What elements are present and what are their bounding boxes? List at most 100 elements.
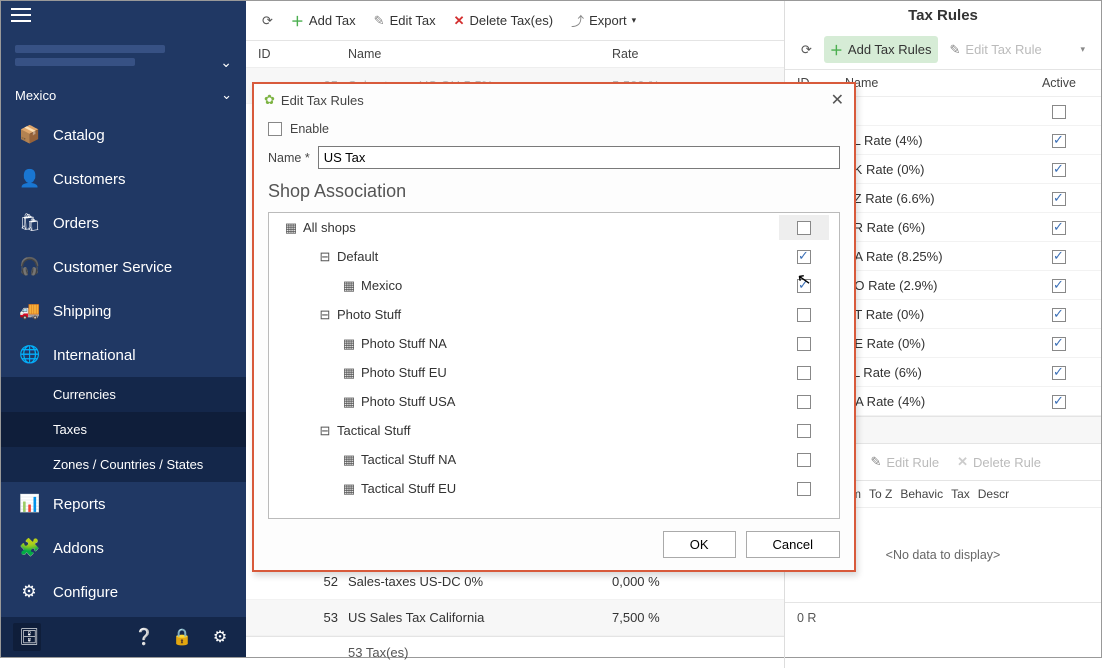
active-checkbox[interactable]: [1052, 134, 1066, 148]
edit-rule-button[interactable]: ✎Edit Rule: [864, 450, 945, 474]
sidebar-sub-currencies[interactable]: Currencies: [1, 377, 246, 412]
add-tax-rules-button[interactable]: ＋Add Tax Rules: [824, 36, 938, 63]
export-button[interactable]: ⤴Export▾: [565, 7, 642, 34]
tree-icon: ▦: [337, 365, 361, 381]
edit-tax-button[interactable]: ✎Edit Tax: [368, 9, 442, 33]
shop-checkbox[interactable]: [797, 337, 811, 351]
sidebar-item-configure[interactable]: ⚙Configure: [1, 570, 246, 614]
shop-node[interactable]: ▦Tactical Stuff EU: [269, 474, 839, 503]
sidebar-item-catalog[interactable]: 📦Catalog: [1, 113, 246, 157]
col-to z[interactable]: To Z: [869, 487, 892, 501]
active-checkbox[interactable]: [1052, 250, 1066, 264]
drawer-icon[interactable]: 🗄: [13, 623, 41, 651]
lock-icon[interactable]: 🔒: [168, 627, 196, 647]
sidebar-item-international[interactable]: 🌐International: [1, 333, 246, 377]
name-label: Name *: [268, 151, 310, 165]
col-name[interactable]: Name: [348, 47, 612, 61]
delete-rule-button[interactable]: ✕Delete Rule: [951, 450, 1047, 474]
refresh-rules-button[interactable]: ⟳: [795, 38, 818, 62]
sidebar-sub-zones-countries-states[interactable]: Zones / Countries / States: [1, 447, 246, 482]
add-tax-label: Add Tax: [309, 13, 356, 28]
shop-checkbox[interactable]: [797, 453, 811, 467]
active-checkbox[interactable]: [1052, 279, 1066, 293]
tree-icon: ▦: [337, 394, 361, 410]
sidebar-item-customer-service[interactable]: 🎧Customer Service: [1, 245, 246, 289]
shop-checkbox[interactable]: [797, 221, 811, 235]
context-label: Mexico: [15, 88, 56, 103]
international-icon: 🌐: [19, 345, 39, 365]
shop-checkbox[interactable]: [797, 250, 811, 264]
rules-count: 0 R: [785, 602, 1101, 633]
sidebar-item-reports[interactable]: 📊Reports: [1, 482, 246, 526]
tax-row[interactable]: 53US Sales Tax California7,500 %: [246, 600, 784, 636]
shop-node[interactable]: ▦Mexico: [269, 271, 839, 300]
shop-node[interactable]: ▦Photo Stuff EU: [269, 358, 839, 387]
active-checkbox[interactable]: [1052, 395, 1066, 409]
sidebar-sub-taxes[interactable]: Taxes: [1, 412, 246, 447]
export-label: Export: [589, 13, 627, 28]
sidebar-item-shipping[interactable]: 🚚Shipping: [1, 289, 246, 333]
shop-checkbox[interactable]: [797, 395, 811, 409]
shop-checkbox[interactable]: [797, 279, 811, 293]
shop-node[interactable]: ⊟Photo Stuff: [269, 300, 839, 329]
col-id[interactable]: ID: [258, 47, 348, 61]
chevron-down-icon: ⌄: [221, 87, 232, 103]
app-icon: ✿: [264, 92, 275, 108]
active-checkbox[interactable]: [1052, 163, 1066, 177]
shop-checkbox[interactable]: [797, 424, 811, 438]
tree-icon: ▦: [337, 336, 361, 352]
edit-tax-rule-button[interactable]: ✎Edit Tax Rule: [944, 38, 1048, 62]
enable-label: Enable: [290, 122, 329, 136]
shop-node[interactable]: ▦Photo Stuff NA: [269, 329, 839, 358]
gear-icon[interactable]: ⚙: [206, 627, 234, 647]
shop-checkbox[interactable]: [797, 366, 811, 380]
delete-tax-button[interactable]: ✕Delete Tax(es): [448, 9, 559, 33]
tree-icon: ⊟: [313, 423, 337, 439]
col-active[interactable]: Active: [1029, 76, 1089, 90]
col-name[interactable]: Name: [845, 76, 1029, 90]
shop-node[interactable]: ▦Tactical Stuff NA: [269, 445, 839, 474]
ok-button[interactable]: OK: [663, 531, 736, 558]
delete-tax-label: Delete Tax(es): [470, 13, 554, 28]
tree-icon: ⊟: [313, 249, 337, 265]
tenant-selector[interactable]: ⌄: [1, 33, 246, 81]
sidebar-item-orders[interactable]: 🛍Orders: [1, 201, 246, 245]
shop-checkbox[interactable]: [797, 308, 811, 322]
active-checkbox[interactable]: [1052, 308, 1066, 322]
active-checkbox[interactable]: [1052, 366, 1066, 380]
close-icon[interactable]: ✕: [831, 90, 844, 110]
add-tax-button[interactable]: ＋Add Tax: [285, 7, 362, 34]
shop-node[interactable]: ▦Photo Stuff USA: [269, 387, 839, 416]
shop-node[interactable]: ⊟Tactical Stuff: [269, 416, 839, 445]
active-checkbox[interactable]: [1052, 337, 1066, 351]
col-tax[interactable]: Tax: [951, 487, 970, 501]
col-rate[interactable]: Rate: [612, 47, 772, 61]
shop-checkbox[interactable]: [797, 482, 811, 496]
col-behavic[interactable]: Behavic: [900, 487, 943, 501]
name-input[interactable]: [318, 146, 840, 169]
sidebar-item-customers[interactable]: 👤Customers: [1, 157, 246, 201]
refresh-button[interactable]: ⟳: [256, 9, 279, 33]
sidebar: ⌄ Mexico ⌄ 📦Catalog👤Customers🛍Orders🎧Cus…: [1, 1, 246, 657]
caret-down-icon[interactable]: ▾: [1074, 40, 1091, 59]
cancel-button[interactable]: Cancel: [746, 531, 840, 558]
enable-checkbox[interactable]: [268, 122, 282, 136]
configure-icon: ⚙: [19, 582, 39, 602]
catalog-icon: 📦: [19, 125, 39, 145]
shop-association-heading: Shop Association: [268, 181, 840, 202]
checkbox[interactable]: [1052, 105, 1066, 119]
col-descr[interactable]: Descr: [978, 487, 1009, 501]
modal-title: Edit Tax Rules: [281, 93, 364, 108]
edit-tax-rules-modal: ✿ Edit Tax Rules ✕ Enable Name * Shop Ass…: [252, 82, 856, 572]
active-checkbox[interactable]: [1052, 192, 1066, 206]
customers-icon: 👤: [19, 169, 39, 189]
help-icon[interactable]: ❔: [130, 627, 158, 647]
shop-node[interactable]: ⊟Default: [269, 242, 839, 271]
edit-tax-label: Edit Tax: [390, 13, 436, 28]
sidebar-item-addons[interactable]: 🧩Addons: [1, 526, 246, 570]
shop-node[interactable]: ▦All shops: [269, 213, 839, 242]
context-selector[interactable]: Mexico ⌄: [1, 81, 246, 113]
hamburger-icon[interactable]: [11, 8, 31, 22]
addons-icon: 🧩: [19, 538, 39, 558]
active-checkbox[interactable]: [1052, 221, 1066, 235]
